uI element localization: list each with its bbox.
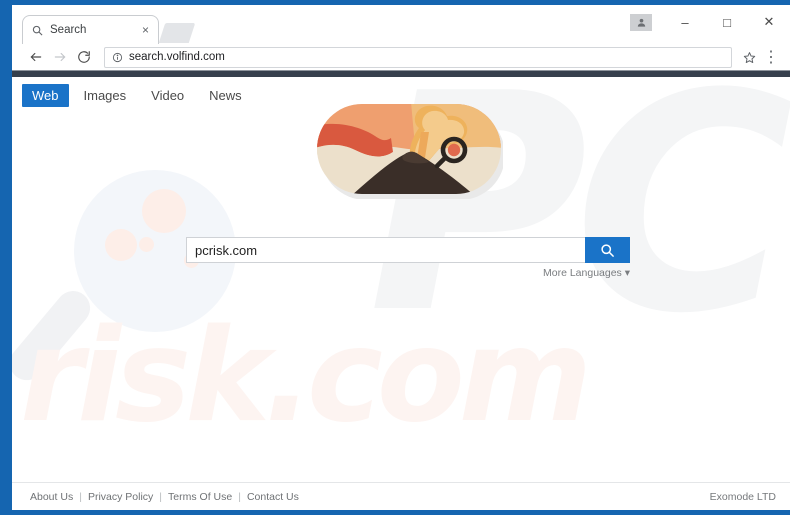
watermark-dot (105, 229, 137, 261)
address-bar-url: search.volfind.com (129, 51, 225, 63)
watermark-riskcom: risk.com (20, 302, 592, 451)
forward-button[interactable] (48, 46, 72, 68)
volcano-logo (315, 102, 505, 200)
page-footer: About Us | Privacy Policy | Terms Of Use… (12, 482, 790, 510)
back-button[interactable] (24, 46, 48, 68)
desktop-background: Search × – □ ✕ search.volfind.com ⋮ PC r… (0, 0, 790, 515)
more-languages-link[interactable]: More Languages ▾ (186, 267, 630, 279)
info-icon[interactable] (111, 51, 123, 63)
new-tab-button[interactable] (158, 23, 196, 43)
nav-tab-video[interactable]: Video (141, 84, 194, 107)
tab-close-icon[interactable]: × (140, 24, 151, 36)
browser-window: Search × – □ ✕ search.volfind.com ⋮ PC r… (12, 5, 790, 510)
tab-favicon-search-icon (30, 23, 44, 37)
browser-toolbar: search.volfind.com ⋮ (12, 44, 790, 70)
footer-separator: | (238, 490, 241, 503)
footer-separator: | (159, 490, 163, 503)
footer-company-name: Exomode LTD (709, 490, 776, 503)
browser-tab-strip: Search × – □ ✕ (12, 5, 790, 44)
toolbar-divider (12, 70, 790, 77)
nav-tab-news[interactable]: News (199, 84, 252, 107)
search-form (186, 237, 630, 263)
footer-link-contact-us[interactable]: Contact Us (247, 491, 299, 503)
search-submit-button[interactable] (585, 237, 630, 263)
tab-title: Search (50, 24, 87, 36)
window-maximize-button[interactable]: □ (706, 8, 748, 36)
watermark-dot (142, 189, 186, 233)
page-content: PC risk.com Web Images Video News pcrisk… (12, 77, 790, 510)
browser-menu-button[interactable]: ⋮ (760, 46, 782, 68)
browser-tab[interactable]: Search × (22, 15, 159, 44)
bookmark-star-icon[interactable] (738, 46, 760, 68)
nav-tab-web[interactable]: Web (22, 84, 69, 107)
site-nav-tabs: Web Images Video News (22, 84, 257, 107)
nav-tab-images[interactable]: Images (74, 84, 137, 107)
window-controls: – □ ✕ (630, 5, 790, 39)
profile-icon[interactable] (630, 13, 652, 31)
footer-link-terms-of-use[interactable]: Terms Of Use (168, 491, 232, 503)
reload-button[interactable] (72, 46, 96, 68)
watermark-magnifier-handle (12, 284, 98, 388)
footer-links: About Us | Privacy Policy | Terms Of Use… (30, 491, 299, 503)
footer-link-privacy-policy[interactable]: Privacy Policy (88, 491, 153, 503)
watermark-dot (139, 237, 154, 252)
search-input[interactable] (186, 237, 585, 263)
address-bar[interactable]: search.volfind.com (104, 46, 732, 68)
footer-separator: | (79, 490, 82, 503)
window-minimize-button[interactable]: – (664, 8, 706, 36)
footer-link-about-us[interactable]: About Us (30, 491, 73, 503)
window-close-button[interactable]: ✕ (748, 8, 790, 36)
